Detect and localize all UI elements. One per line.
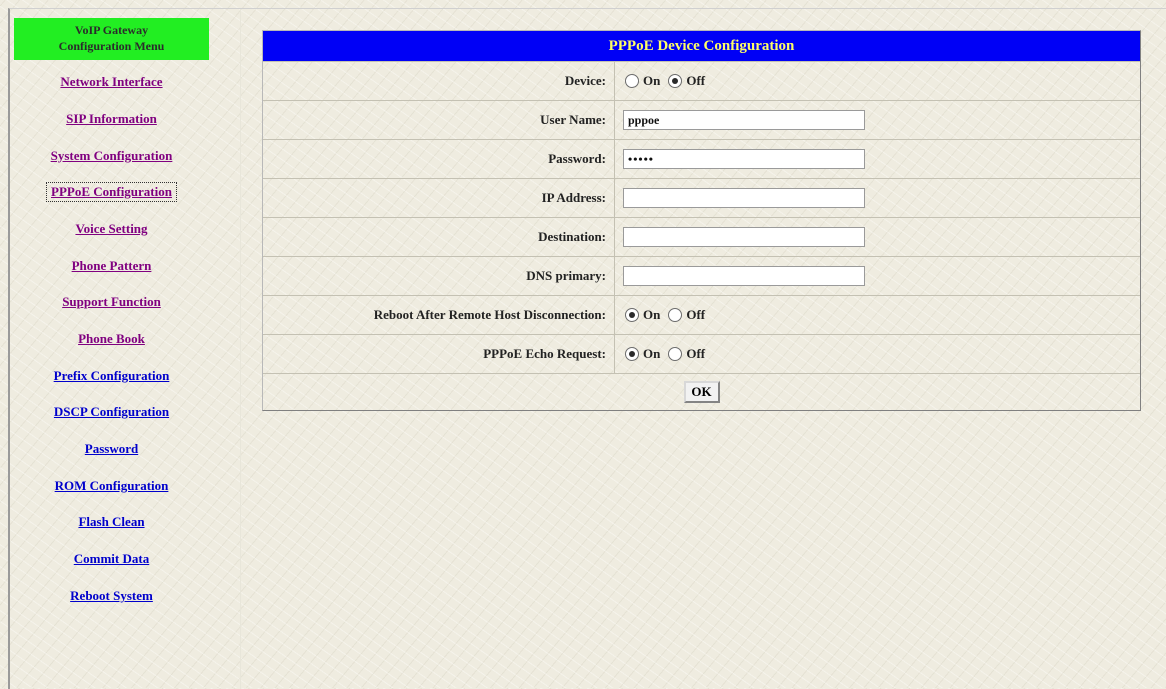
echo-request-radio-group: On Off bbox=[623, 346, 711, 362]
echo-off-label: Off bbox=[686, 346, 706, 361]
reboot-off-label: Off bbox=[686, 307, 706, 322]
menu-item-dscp-configuration[interactable]: DSCP Configuration bbox=[14, 404, 209, 420]
menu-item-phone-book[interactable]: Phone Book bbox=[14, 331, 209, 347]
menu-item-support-function[interactable]: Support Function bbox=[14, 294, 209, 310]
password-label: Password: bbox=[263, 140, 615, 178]
page-title: PPPoE Device Configuration bbox=[263, 31, 1140, 61]
device-row: Device: On Off bbox=[263, 61, 1140, 100]
menu-item-network-interface[interactable]: Network Interface bbox=[14, 74, 209, 90]
username-row: User Name: bbox=[263, 100, 1140, 139]
menu-item-pppoe-configuration[interactable]: PPPoE Configuration bbox=[46, 182, 177, 202]
reboot-off-radio[interactable] bbox=[668, 308, 683, 322]
device-off-radio[interactable] bbox=[668, 74, 683, 88]
menu-item-rom-configuration[interactable]: ROM Configuration bbox=[14, 478, 209, 494]
menu-header: VoIP Gateway Configuration Menu bbox=[14, 18, 209, 60]
dns-primary-input[interactable] bbox=[623, 266, 865, 286]
reboot-on-label: On bbox=[643, 307, 661, 322]
reboot-label: Reboot After Remote Host Disconnection: bbox=[263, 296, 615, 334]
menu-item-sip-information[interactable]: SIP Information bbox=[14, 111, 209, 127]
username-label: User Name: bbox=[263, 101, 615, 139]
dns-primary-row: DNS primary: bbox=[263, 256, 1140, 295]
menu-item-flash-clean[interactable]: Flash Clean bbox=[14, 514, 209, 530]
device-on-radio[interactable] bbox=[625, 74, 639, 88]
device-off-label: Off bbox=[686, 73, 706, 88]
password-row: Password: bbox=[263, 139, 1140, 178]
device-on-label: On bbox=[643, 73, 661, 88]
username-input[interactable] bbox=[623, 110, 865, 130]
submit-row: OK bbox=[263, 373, 1140, 410]
menu-item-voice-setting[interactable]: Voice Setting bbox=[14, 221, 209, 237]
destination-input[interactable] bbox=[623, 227, 865, 247]
menu-header-line1: VoIP Gateway bbox=[74, 23, 149, 37]
echo-request-row: PPPoE Echo Request: On Off bbox=[263, 334, 1140, 373]
menu-header-line2: Configuration Menu bbox=[58, 39, 165, 53]
reboot-radio-group: On Off bbox=[623, 307, 711, 323]
reboot-row: Reboot After Remote Host Disconnection: … bbox=[263, 295, 1140, 334]
pppoe-config-table: PPPoE Device Configuration Device: On Of… bbox=[262, 30, 1141, 411]
menu-item-commit-data[interactable]: Commit Data bbox=[14, 551, 209, 567]
echo-on-label: On bbox=[643, 346, 661, 361]
echo-on-radio[interactable] bbox=[625, 347, 639, 361]
dns-primary-label: DNS primary: bbox=[263, 257, 615, 295]
ip-address-label: IP Address: bbox=[263, 179, 615, 217]
menu-item-password[interactable]: Password bbox=[14, 441, 209, 457]
menu-item-phone-pattern[interactable]: Phone Pattern bbox=[14, 258, 209, 274]
menu-item-prefix-configuration[interactable]: Prefix Configuration bbox=[14, 368, 209, 384]
password-input[interactable] bbox=[623, 149, 865, 169]
menu-item-system-configuration[interactable]: System Configuration bbox=[14, 148, 209, 164]
ok-button[interactable]: OK bbox=[683, 381, 720, 403]
destination-label: Destination: bbox=[263, 218, 615, 256]
destination-row: Destination: bbox=[263, 217, 1140, 256]
device-label: Device: bbox=[263, 62, 615, 100]
echo-request-label: PPPoE Echo Request: bbox=[263, 335, 615, 373]
ip-address-input[interactable] bbox=[623, 188, 865, 208]
echo-off-radio[interactable] bbox=[668, 347, 683, 361]
reboot-on-radio[interactable] bbox=[625, 308, 639, 322]
menu-item-reboot-system[interactable]: Reboot System bbox=[14, 588, 209, 604]
ip-address-row: IP Address: bbox=[263, 178, 1140, 217]
device-radio-group: On Off bbox=[623, 73, 711, 89]
